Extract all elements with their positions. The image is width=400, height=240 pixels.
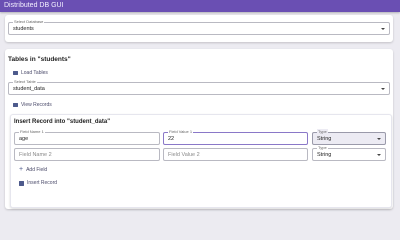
type-select-value: String bbox=[317, 135, 332, 142]
field-value-placeholder: Field Value 2 bbox=[168, 151, 200, 158]
field-value-label: Field Value 1 bbox=[168, 129, 194, 134]
chevron-down-icon bbox=[377, 153, 381, 156]
type-select-value: String bbox=[317, 151, 332, 158]
field-value-input[interactable]: Field Value 2 bbox=[163, 148, 308, 161]
field-value-value: 22 bbox=[168, 135, 175, 142]
database-card: Select Database students bbox=[5, 15, 393, 42]
field-value-input[interactable]: Field Value 1 22 bbox=[163, 129, 308, 145]
database-select-label: Select Database bbox=[13, 19, 45, 24]
insert-record-heading: Insert Record into "student_data" bbox=[14, 119, 111, 125]
field-name-value: age bbox=[19, 135, 29, 142]
insert-record-label: Insert Record bbox=[27, 180, 58, 186]
type-select[interactable]: Type String bbox=[312, 129, 386, 145]
insert-record-card: Insert Record into "student_data" Field … bbox=[10, 114, 392, 208]
type-select-label: Type bbox=[317, 129, 328, 134]
insert-record-button[interactable]: Insert Record bbox=[19, 179, 57, 187]
field-name-input[interactable]: Field Name 2 bbox=[14, 148, 160, 161]
table-select-value: student_data bbox=[13, 85, 45, 92]
type-select[interactable]: Type String bbox=[312, 145, 386, 161]
view-records-label: View Records bbox=[21, 102, 52, 108]
tables-card: Tables in "students" Load Tables Select … bbox=[5, 49, 393, 209]
database-select-value: students bbox=[13, 25, 34, 32]
table-icon bbox=[13, 103, 18, 107]
chevron-down-icon bbox=[377, 137, 381, 140]
save-icon bbox=[19, 180, 24, 186]
table-select[interactable]: Select Table student_data bbox=[8, 79, 390, 95]
app-bar: Distributed DB GUI bbox=[0, 0, 400, 12]
type-select-label: Type bbox=[317, 145, 328, 150]
field-name-input[interactable]: Field Name 1 age bbox=[14, 129, 160, 145]
load-tables-label: Load Tables bbox=[21, 70, 48, 76]
chevron-down-icon bbox=[381, 87, 385, 90]
load-tables-button[interactable]: Load Tables bbox=[13, 69, 48, 77]
add-field-label: Add Field bbox=[26, 167, 48, 173]
app-title: Distributed DB GUI bbox=[4, 2, 64, 9]
database-select[interactable]: Select Database students bbox=[8, 19, 390, 35]
table-select-label: Select Table bbox=[13, 79, 37, 84]
tables-heading: Tables in "students" bbox=[8, 56, 71, 63]
plus-icon: + bbox=[19, 166, 24, 173]
view-records-button[interactable]: View Records bbox=[13, 101, 52, 109]
chevron-down-icon bbox=[381, 27, 385, 30]
field-name-label: Field Name 1 bbox=[19, 129, 45, 134]
add-field-button[interactable]: + Add Field bbox=[19, 166, 47, 174]
field-name-placeholder: Field Name 2 bbox=[19, 151, 52, 158]
list-icon bbox=[13, 71, 18, 75]
